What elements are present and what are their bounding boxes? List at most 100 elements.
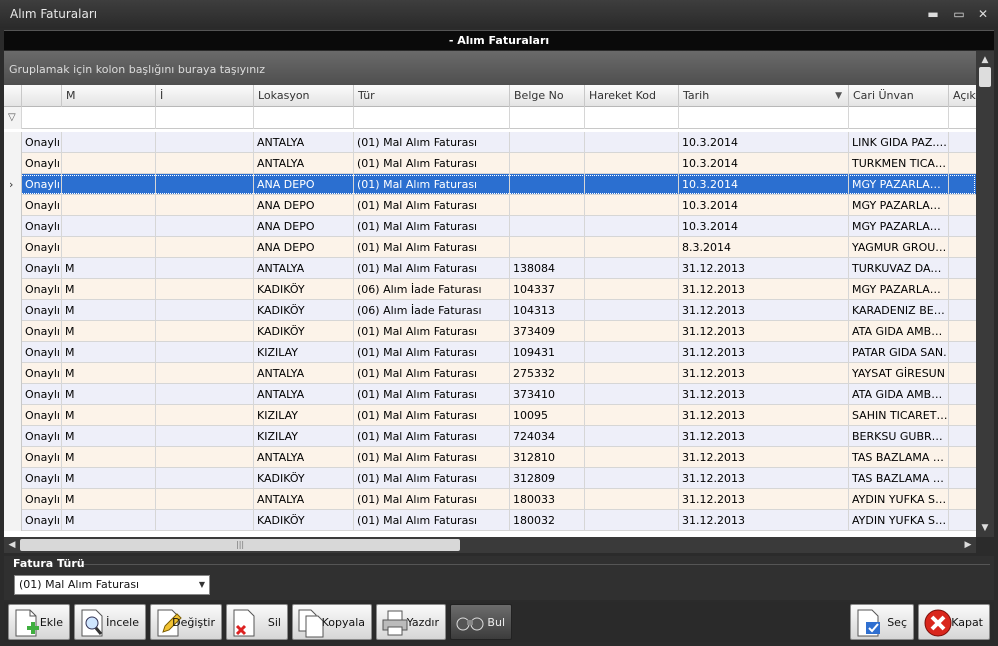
vertical-scroll-thumb[interactable] <box>979 67 991 87</box>
table-row[interactable]: Onaylı M ANTALYA (01) Mal Alım Faturası 1800… <box>4 489 976 510</box>
table-cell[interactable]: Onaylı <box>22 153 62 174</box>
table-cell[interactable] <box>949 447 976 468</box>
scroll-left-icon[interactable]: ◀ <box>5 538 19 552</box>
table-cell[interactable]: 10.3.2014 <box>679 174 849 195</box>
table-cell[interactable]: (01) Mal Alım Faturası <box>354 153 510 174</box>
table-cell[interactable] <box>156 468 254 489</box>
table-cell[interactable]: Onaylı <box>22 468 62 489</box>
table-cell[interactable] <box>585 216 679 237</box>
table-cell[interactable] <box>156 174 254 195</box>
table-cell[interactable]: SAHIN TICARET LTD <box>849 405 949 426</box>
table-row[interactable]: Onaylı M KIZILAY (01) Mal Alım Faturası 1009… <box>4 405 976 426</box>
table-cell[interactable] <box>949 237 976 258</box>
horizontal-scrollbar[interactable]: ◀ ||| ▶ <box>4 537 976 553</box>
chevron-down-icon[interactable]: ▼ <box>199 576 205 594</box>
table-cell[interactable]: ANA DEPO <box>254 237 354 258</box>
table-cell[interactable]: M <box>62 447 156 468</box>
table-cell[interactable] <box>949 258 976 279</box>
table-cell[interactable]: M <box>62 468 156 489</box>
close-button[interactable]: Kapat <box>918 604 990 640</box>
column-header[interactable]: Tarih ▼ <box>679 85 849 107</box>
table-cell[interactable]: (01) Mal Alım Faturası <box>354 489 510 510</box>
table-cell[interactable]: 8.3.2014 <box>679 237 849 258</box>
table-cell[interactable] <box>949 510 976 531</box>
table-cell[interactable]: 31.12.2013 <box>679 510 849 531</box>
row-indicator[interactable] <box>4 321 22 342</box>
table-cell[interactable]: 31.12.2013 <box>679 384 849 405</box>
table-cell[interactable] <box>156 300 254 321</box>
table-cell[interactable]: KADIKÖY <box>254 321 354 342</box>
copy-button[interactable]: Kopyala <box>292 604 372 640</box>
row-indicator[interactable] <box>4 237 22 258</box>
table-cell[interactable]: (06) Alım İade Faturası <box>354 300 510 321</box>
table-cell[interactable]: KARADENIZ BEY LTD <box>849 300 949 321</box>
table-cell[interactable]: M <box>62 405 156 426</box>
table-cell[interactable] <box>585 342 679 363</box>
table-cell[interactable] <box>510 132 585 153</box>
row-indicator[interactable] <box>4 363 22 384</box>
table-row[interactable]: Onaylı M KIZILAY (01) Mal Alım Faturası 7240… <box>4 426 976 447</box>
table-cell[interactable]: M <box>62 300 156 321</box>
table-cell[interactable]: Onaylı <box>22 489 62 510</box>
print-button[interactable]: Yazdır <box>376 604 446 640</box>
group-by-panel[interactable]: Gruplamak için kolon başlığını buraya ta… <box>4 51 976 85</box>
delete-button[interactable]: Sil <box>226 604 288 640</box>
table-cell[interactable]: MGY PAZARLAM A.Ş. <box>849 174 949 195</box>
row-indicator[interactable] <box>4 510 22 531</box>
table-cell[interactable] <box>949 405 976 426</box>
maximize-button[interactable]: ▭ <box>950 6 968 22</box>
table-cell[interactable]: 373409 <box>510 321 585 342</box>
table-cell[interactable]: TAS BAZLAMA GIDA <box>849 447 949 468</box>
table-cell[interactable]: ANTALYA <box>254 489 354 510</box>
table-cell[interactable] <box>156 510 254 531</box>
table-cell[interactable] <box>949 216 976 237</box>
table-row[interactable]: Onaylı M ANTALYA (01) Mal Alım Faturası 1380… <box>4 258 976 279</box>
table-cell[interactable] <box>949 279 976 300</box>
row-indicator[interactable] <box>4 258 22 279</box>
table-row[interactable]: Onaylı M KADIKÖY (06) Alım İade Faturası 104… <box>4 300 976 321</box>
table-cell[interactable]: ANTALYA <box>254 132 354 153</box>
table-cell[interactable]: 10.3.2014 <box>679 153 849 174</box>
table-cell[interactable] <box>62 132 156 153</box>
table-cell[interactable]: PATAR GIDA SAN. <box>849 342 949 363</box>
add-button[interactable]: Ekle <box>8 604 70 640</box>
table-cell[interactable]: Onaylı <box>22 426 62 447</box>
table-cell[interactable]: 31.12.2013 <box>679 447 849 468</box>
table-cell[interactable]: Onaylı <box>22 195 62 216</box>
table-cell[interactable]: Onaylı <box>22 279 62 300</box>
row-indicator[interactable] <box>4 426 22 447</box>
table-cell[interactable] <box>949 195 976 216</box>
table-cell[interactable]: (01) Mal Alım Faturası <box>354 174 510 195</box>
table-cell[interactable] <box>156 153 254 174</box>
filter-cell[interactable] <box>62 107 156 129</box>
table-cell[interactable]: M <box>62 426 156 447</box>
table-cell[interactable]: (01) Mal Alım Faturası <box>354 510 510 531</box>
table-cell[interactable] <box>585 405 679 426</box>
column-header[interactable]: Hareket Kod <box>585 85 679 107</box>
table-cell[interactable] <box>156 321 254 342</box>
table-cell[interactable]: M <box>62 510 156 531</box>
table-cell[interactable] <box>949 342 976 363</box>
table-cell[interactable] <box>62 153 156 174</box>
table-cell[interactable] <box>156 258 254 279</box>
filter-cell[interactable] <box>156 107 254 129</box>
column-header[interactable]: İ <box>156 85 254 107</box>
table-cell[interactable]: Onaylı <box>22 321 62 342</box>
table-cell[interactable]: Onaylı <box>22 258 62 279</box>
table-cell[interactable]: (01) Mal Alım Faturası <box>354 405 510 426</box>
table-cell[interactable]: (01) Mal Alım Faturası <box>354 342 510 363</box>
table-cell[interactable]: (01) Mal Alım Faturası <box>354 321 510 342</box>
table-cell[interactable]: Onaylı <box>22 510 62 531</box>
column-header[interactable]: Açıkl <box>949 85 976 107</box>
table-cell[interactable]: 180032 <box>510 510 585 531</box>
table-row[interactable]: Onaylı ANTALYA (01) Mal Alım Faturası 10.3.… <box>4 153 976 174</box>
table-cell[interactable] <box>949 300 976 321</box>
table-cell[interactable]: KADIKÖY <box>254 468 354 489</box>
table-cell[interactable]: M <box>62 342 156 363</box>
filter-cell[interactable] <box>510 107 585 129</box>
table-cell[interactable] <box>585 174 679 195</box>
table-cell[interactable] <box>585 195 679 216</box>
table-cell[interactable]: 180033 <box>510 489 585 510</box>
table-cell[interactable]: Onaylı <box>22 363 62 384</box>
table-cell[interactable]: ATA GIDA AMBALAJ <box>849 384 949 405</box>
